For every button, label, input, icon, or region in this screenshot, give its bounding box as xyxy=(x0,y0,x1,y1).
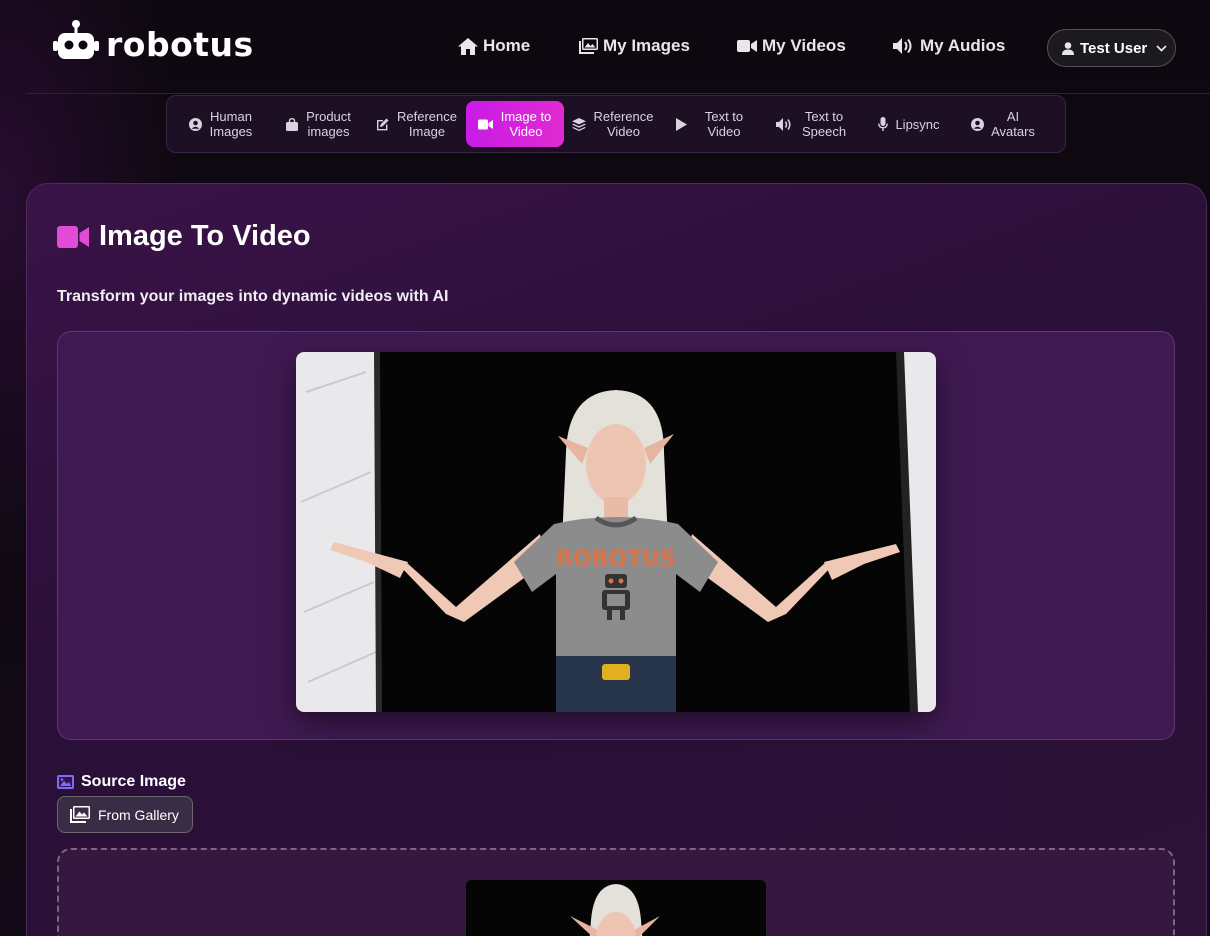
tab-label: Reference Image xyxy=(397,109,457,139)
shirt-print-text: ROBOTUS xyxy=(556,547,676,572)
volume-icon xyxy=(893,38,912,54)
volume-icon xyxy=(776,117,791,131)
nav-my-images-label: My Images xyxy=(603,36,690,55)
nav-my-audios[interactable]: My Audios xyxy=(893,36,1005,56)
tool-tabs: Human Images Product images Reference Im… xyxy=(166,95,1066,153)
video-camera-icon xyxy=(737,40,757,52)
nav-my-images[interactable]: My Images xyxy=(579,36,690,56)
nav-my-videos-label: My Videos xyxy=(762,36,846,55)
video-camera-icon xyxy=(57,225,89,248)
nav-home-label: Home xyxy=(483,36,531,55)
top-navigation: robotus Home My Images My Videos My Audi… xyxy=(0,0,1210,94)
home-icon xyxy=(458,37,478,55)
shopping-bag-icon xyxy=(285,117,298,131)
microphone-icon xyxy=(878,117,889,131)
preview-image: ROBOTUS xyxy=(296,352,936,712)
tab-lipsync[interactable]: Lipsync xyxy=(864,101,954,147)
user-icon xyxy=(1062,41,1074,55)
page-header: Image To Video xyxy=(57,220,311,253)
image-icon xyxy=(57,775,74,789)
tab-image-to-video[interactable]: Image to Video xyxy=(466,101,564,147)
from-gallery-label: From Gallery xyxy=(98,806,179,823)
user-menu-button[interactable]: Test User xyxy=(1047,29,1176,67)
tab-label: Human Images xyxy=(209,109,253,139)
tab-label: Text to Video xyxy=(704,109,744,139)
nav-home[interactable]: Home xyxy=(458,36,530,56)
tab-product-images[interactable]: Product images xyxy=(270,101,368,147)
chevron-down-icon xyxy=(1156,44,1167,52)
tab-reference-image[interactable]: Reference Image xyxy=(368,101,466,147)
tab-reference-video[interactable]: Reference Video xyxy=(564,101,662,147)
play-icon xyxy=(676,117,687,131)
source-image-title: Source Image xyxy=(81,773,186,790)
user-circle-icon xyxy=(971,117,984,131)
robot-logo-icon xyxy=(52,18,102,64)
from-gallery-button[interactable]: From Gallery xyxy=(57,796,193,833)
tab-label: Product images xyxy=(306,109,351,139)
video-camera-icon xyxy=(478,119,493,129)
images-icon xyxy=(579,38,598,54)
tab-text-to-video[interactable]: Text to Video xyxy=(662,101,760,147)
nav-my-videos[interactable]: My Videos xyxy=(737,36,846,56)
tab-label: Lipsync xyxy=(895,116,940,132)
tab-ai-avatars[interactable]: AI Avatars xyxy=(954,101,1052,147)
brand-name: robotus xyxy=(106,24,254,64)
images-icon xyxy=(70,806,90,823)
nav-my-audios-label: My Audios xyxy=(920,36,1006,55)
tab-label: Reference Video xyxy=(593,109,654,139)
page-title: Image To Video xyxy=(99,220,311,252)
layers-icon xyxy=(571,117,586,131)
tab-text-to-speech[interactable]: Text to Speech xyxy=(760,101,864,147)
user-circle-icon xyxy=(189,117,202,131)
tab-label: AI Avatars xyxy=(991,109,1035,139)
user-name: Test User xyxy=(1080,39,1148,57)
tab-human-images[interactable]: Human Images xyxy=(172,101,270,147)
source-image-label: Source Image xyxy=(57,773,186,791)
tab-label: Text to Speech xyxy=(801,109,847,139)
page-subtitle: Transform your images into dynamic video… xyxy=(57,288,449,305)
source-image-thumbnail xyxy=(466,880,766,936)
brand-logo[interactable]: robotus xyxy=(52,18,254,64)
tab-label: Image to Video xyxy=(500,109,552,139)
edit-icon xyxy=(377,118,389,130)
